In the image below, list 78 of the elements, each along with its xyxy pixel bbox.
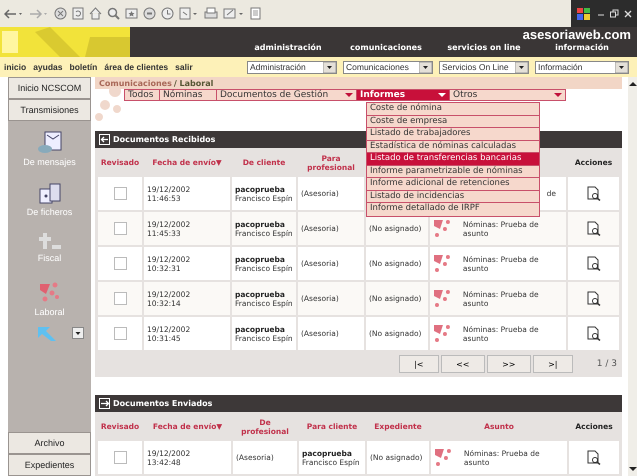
dropdown-arrow-icon[interactable] [515, 62, 528, 72]
menu-item[interactable]: Listado de trabajadores [367, 128, 539, 140]
checkbox[interactable] [114, 222, 126, 235]
scroll-up-icon[interactable] [628, 81, 636, 87]
tab[interactable]: Otros [450, 89, 566, 101]
caret-icon[interactable] [438, 92, 446, 98]
caret-icon[interactable] [554, 92, 562, 98]
sidebar-button[interactable]: Transmisiones [8, 99, 91, 121]
dropdown-arrow-icon[interactable] [615, 62, 628, 72]
checkbox[interactable] [114, 257, 126, 270]
site-name: asesoriaweb.com [522, 27, 631, 42]
top-link[interactable]: salir [175, 62, 193, 72]
document-icon[interactable] [250, 7, 261, 20]
pager-button[interactable]: >> [486, 355, 531, 373]
menu-item[interactable]: Coste de nómina [367, 103, 539, 116]
menu-item[interactable]: Informe detallado de IRPF [367, 203, 539, 216]
view-document-icon[interactable] [586, 326, 600, 341]
breadcrumb-current: / Laboral [174, 78, 214, 88]
checkbox[interactable] [114, 187, 126, 200]
section-select[interactable]: Administración [247, 60, 337, 74]
view-document-icon[interactable] [587, 450, 601, 465]
top-link[interactable]: ayudas [33, 62, 62, 72]
top-link[interactable]: boletín [70, 62, 98, 72]
print-icon[interactable] [204, 7, 218, 20]
back-icon[interactable] [4, 8, 24, 20]
view-document-icon[interactable] [586, 256, 600, 271]
favorites-icon[interactable] [125, 7, 138, 20]
tab[interactable]: Nóminas [160, 89, 217, 101]
checkbox[interactable] [114, 327, 126, 340]
scroll-down-icon[interactable] [628, 466, 636, 472]
tab[interactable]: Todos [124, 89, 160, 101]
sidebar-button[interactable]: Inicio NCSCOM [8, 77, 91, 99]
panel-title: Documentos Recibidos [113, 135, 216, 144]
checkbox[interactable] [114, 292, 126, 305]
menu-item[interactable]: Informe parametrizable de nóminas [367, 166, 539, 178]
folder-file-icon[interactable] [36, 181, 62, 205]
view-document-icon[interactable] [586, 186, 600, 201]
pager-button[interactable]: |< [398, 355, 439, 373]
tab[interactable]: Documentos de Gestión [217, 89, 357, 101]
section-select[interactable]: Servicios On Line [439, 60, 529, 74]
windows-logo-icon [576, 6, 592, 22]
tab[interactable]: Informes [357, 89, 450, 101]
sidebar-button[interactable]: Archivo [8, 432, 91, 454]
section-select[interactable]: Información [535, 60, 629, 74]
arrow-out-icon [99, 398, 110, 409]
top-link[interactable]: área de clientes [104, 62, 168, 72]
pager-button[interactable]: << [440, 355, 485, 373]
nav-link[interactable]: información [533, 43, 631, 52]
menu-item[interactable]: Coste de empresa [367, 116, 539, 128]
stop-icon[interactable] [54, 7, 67, 20]
menu-item[interactable]: Listado de transferencias bancarias [367, 153, 539, 166]
history-icon[interactable] [161, 7, 174, 20]
sidebar-button[interactable]: Expedientes [8, 454, 91, 476]
scrollbar[interactable] [628, 77, 637, 476]
nav-link[interactable]: servicios on line [435, 43, 533, 52]
top-link[interactable]: inicio [4, 62, 26, 72]
view-document-icon[interactable] [586, 291, 600, 306]
dropdown-arrow-icon[interactable] [419, 62, 432, 72]
computer-envelope-icon[interactable] [36, 131, 62, 155]
nav-link[interactable]: comunicaciones [337, 43, 435, 52]
menu-item[interactable]: Listado de incidencias [367, 190, 539, 203]
section-select[interactable]: Comunicaciones [343, 60, 433, 74]
caret-icon[interactable] [345, 92, 353, 98]
arrow-in-icon [99, 134, 110, 145]
view-document-icon[interactable] [586, 221, 600, 236]
checkbox[interactable] [114, 451, 126, 464]
edit-icon[interactable] [223, 7, 245, 20]
restore-icon[interactable] [610, 9, 619, 18]
menu-item[interactable]: Informe adicional de retenciones [367, 178, 539, 190]
page-indicator: 1 / 3 [596, 359, 617, 369]
nav-link[interactable]: administración [239, 43, 337, 52]
panel-title: Documentos Enviados [113, 399, 212, 408]
pager-button[interactable]: >| [532, 355, 573, 373]
refresh-icon[interactable] [72, 7, 84, 20]
search-icon[interactable] [107, 7, 120, 20]
home-icon[interactable] [89, 7, 102, 20]
close-icon[interactable] [624, 10, 632, 18]
dropdown-arrow-icon[interactable] [323, 62, 336, 72]
